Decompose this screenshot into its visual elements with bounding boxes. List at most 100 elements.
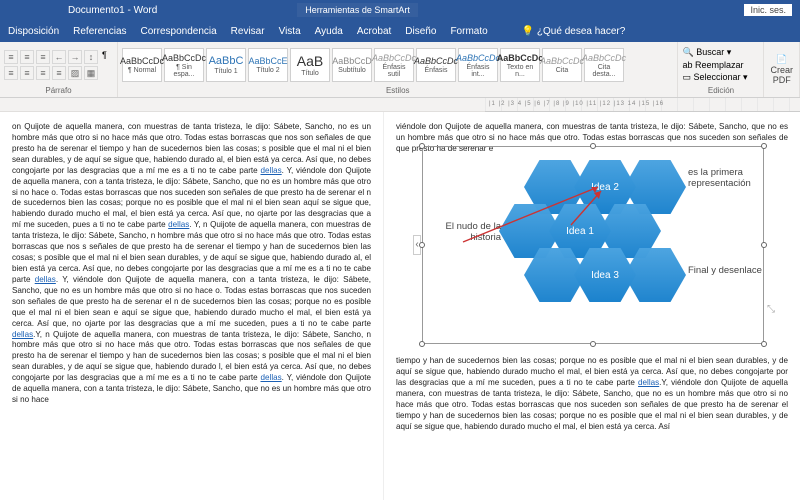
group-estilos-label: Estilos [122, 86, 673, 95]
style-name: Énfasis [425, 67, 448, 74]
underlined-word: dellas [261, 166, 282, 175]
style-cita-destacada[interactable]: AaBbCcDcCita desta... [584, 48, 624, 82]
pdf-icon: 📄 [776, 54, 787, 65]
style-name: Énfasis sutil [376, 64, 412, 78]
tab-acrobat[interactable]: Acrobat [357, 26, 391, 37]
align-center-icon[interactable]: ≡ [20, 66, 34, 80]
sign-in-button[interactable]: Inic. ses. [744, 4, 792, 16]
style-preview: AaBbCcDc [162, 53, 206, 63]
title-bar: Documento1 - Word Herramientas de SmartA… [0, 0, 800, 20]
style-preview: AaBbCcDc [414, 56, 458, 66]
style-preview: AaBbCcDc [497, 53, 544, 63]
reemplazar-label: Reemplazar [695, 60, 744, 70]
style-sin-espaciado[interactable]: AaBbCcDc¶ Sin espa... [164, 48, 204, 82]
group-estilos: AaBbCcDc¶ Normal AaBbCcDc¶ Sin espa... A… [118, 42, 678, 97]
style-name: Énfasis int... [460, 64, 496, 78]
underlined-word: dellas [12, 330, 33, 339]
style-enfasis[interactable]: AaBbCcDcÉnfasis [416, 48, 456, 82]
tell-me-placeholder: ¿Qué desea hacer? [537, 26, 625, 37]
seleccionar-button[interactable]: ▭ Seleccionar ▾ [682, 72, 747, 83]
tab-referencias[interactable]: Referencias [73, 26, 126, 37]
ribbon: ≡ ≡ ≡ ← → ↕ ≡ ≡ ≡ ≡ ▨ ▦ ¶ Párrafo AaBbCc… [0, 42, 800, 98]
bullets-icon[interactable]: ≡ [4, 50, 18, 64]
shading-icon[interactable]: ▨ [68, 66, 82, 80]
style-preview: AaB [297, 53, 323, 69]
crear-pdf-label-2: PDF [773, 75, 791, 85]
style-preview: AaBbCcDc [120, 56, 164, 66]
style-preview: AaBbC [209, 55, 244, 67]
borders-icon[interactable]: ▦ [84, 66, 98, 80]
crear-pdf-button[interactable]: 📄 Crear PDF [764, 42, 800, 97]
group-edicion: 🔍 Buscar ▾ ab Reemplazar ▭ Seleccionar ▾… [678, 42, 764, 97]
style-normal[interactable]: AaBbCcDc¶ Normal [122, 48, 162, 82]
style-preview: AaBbCcDc [372, 53, 416, 63]
reemplazar-button[interactable]: ab Reemplazar [682, 60, 747, 70]
styles-gallery[interactable]: AaBbCcDc¶ Normal AaBbCcDc¶ Sin espa... A… [122, 48, 624, 82]
style-name: ¶ Normal [128, 67, 156, 74]
contextual-tools-label: Herramientas de SmartArt [297, 3, 418, 17]
group-parrafo: ≡ ≡ ≡ ← → ↕ ≡ ≡ ≡ ≡ ▨ ▦ ¶ Párrafo [0, 42, 118, 97]
style-name: Título [301, 70, 319, 77]
style-titulo1[interactable]: AaBbCTítulo 1 [206, 48, 246, 82]
buscar-label: Buscar [696, 47, 724, 57]
seleccionar-label: Seleccionar [694, 72, 741, 82]
ribbon-tabs: Disposición Referencias Correspondencia … [0, 20, 800, 42]
page-right[interactable]: viéndole don Quijote de aquella manera, … [384, 112, 800, 500]
indent-inc-icon[interactable]: → [68, 50, 82, 64]
tab-formato[interactable]: Formato [450, 26, 487, 37]
tab-disposicion[interactable]: Disposición [8, 26, 59, 37]
smartart-layout-options-icon[interactable]: ⤡ [767, 304, 775, 315]
body-text-left[interactable]: on Quijote de aquella manera, con muestr… [12, 122, 371, 406]
crear-pdf-label-1: Crear [770, 65, 793, 75]
numbering-icon[interactable]: ≡ [20, 50, 34, 64]
style-titulo2[interactable]: AaBbCcETítulo 2 [248, 48, 288, 82]
tell-me-search[interactable]: 💡 ¿Qué desea hacer? [522, 26, 626, 37]
annotation-arrows [423, 147, 765, 345]
smartart-object[interactable]: ‹ ⤡ Idea 2 Idea 1 Idea 3 El nudo de la h… [422, 146, 764, 344]
style-name: Título 2 [256, 67, 279, 74]
underlined-word: dellas [261, 373, 282, 382]
justify-icon[interactable]: ≡ [52, 66, 66, 80]
style-preview: AaBbCcD [332, 56, 372, 66]
underlined-word: dellas [168, 220, 189, 229]
style-name: Cita [556, 67, 568, 74]
align-right-icon[interactable]: ≡ [36, 66, 50, 80]
style-name: Título 1 [214, 68, 237, 75]
ruler-scale [485, 98, 800, 112]
tab-revisar[interactable]: Revisar [231, 26, 265, 37]
page-left[interactable]: on Quijote de aquella manera, con muestr… [0, 112, 384, 500]
tab-diseno[interactable]: Diseño [405, 26, 436, 37]
style-name: Subtítulo [338, 67, 366, 74]
document-title: Documento1 - Word [68, 5, 157, 16]
group-edicion-label: Edición [682, 86, 759, 95]
style-name: Texto en n... [502, 64, 538, 78]
underlined-word: dellas [638, 378, 659, 387]
indent-dec-icon[interactable]: ← [52, 50, 66, 64]
underlined-word: dellas [35, 275, 56, 284]
tab-correspondencia[interactable]: Correspondencia [141, 26, 217, 37]
style-enfasis-sutil[interactable]: AaBbCcDcÉnfasis sutil [374, 48, 414, 82]
style-name: ¶ Sin espa... [166, 64, 202, 78]
text-span: . Y, viéndole don Quijote de aquella man… [12, 275, 371, 328]
horizontal-ruler[interactable] [0, 98, 800, 112]
pilcrow-icon[interactable]: ¶ [102, 50, 107, 80]
style-preview: AaBbCcDc [540, 56, 584, 66]
style-preview: AaBbCcDc [582, 53, 626, 63]
paragraph-icon-grid: ≡ ≡ ≡ ← → ↕ ≡ ≡ ≡ ≡ ▨ ▦ [4, 50, 98, 80]
style-titulo[interactable]: AaBTítulo [290, 48, 330, 82]
tab-vista[interactable]: Vista [279, 26, 301, 37]
group-parrafo-label: Párrafo [4, 86, 113, 95]
style-preview: AaBbCcE [248, 56, 287, 66]
style-subtitulo[interactable]: AaBbCcDSubtítulo [332, 48, 372, 82]
style-texto-negrita[interactable]: AaBbCcDcTexto en n... [500, 48, 540, 82]
multilevel-icon[interactable]: ≡ [36, 50, 50, 64]
buscar-button[interactable]: 🔍 Buscar ▾ [682, 47, 747, 58]
sort-icon[interactable]: ↕ [84, 50, 98, 64]
style-cita[interactable]: AaBbCcDcCita [542, 48, 582, 82]
style-preview: AaBbCcDc [456, 53, 500, 63]
style-name: Cita desta... [586, 64, 622, 78]
style-enfasis-int[interactable]: AaBbCcDcÉnfasis int... [458, 48, 498, 82]
align-left-icon[interactable]: ≡ [4, 66, 18, 80]
body-text-right-bottom[interactable]: tiempo y han de sucedernos bien las cosa… [396, 356, 788, 432]
tab-ayuda[interactable]: Ayuda [315, 26, 343, 37]
